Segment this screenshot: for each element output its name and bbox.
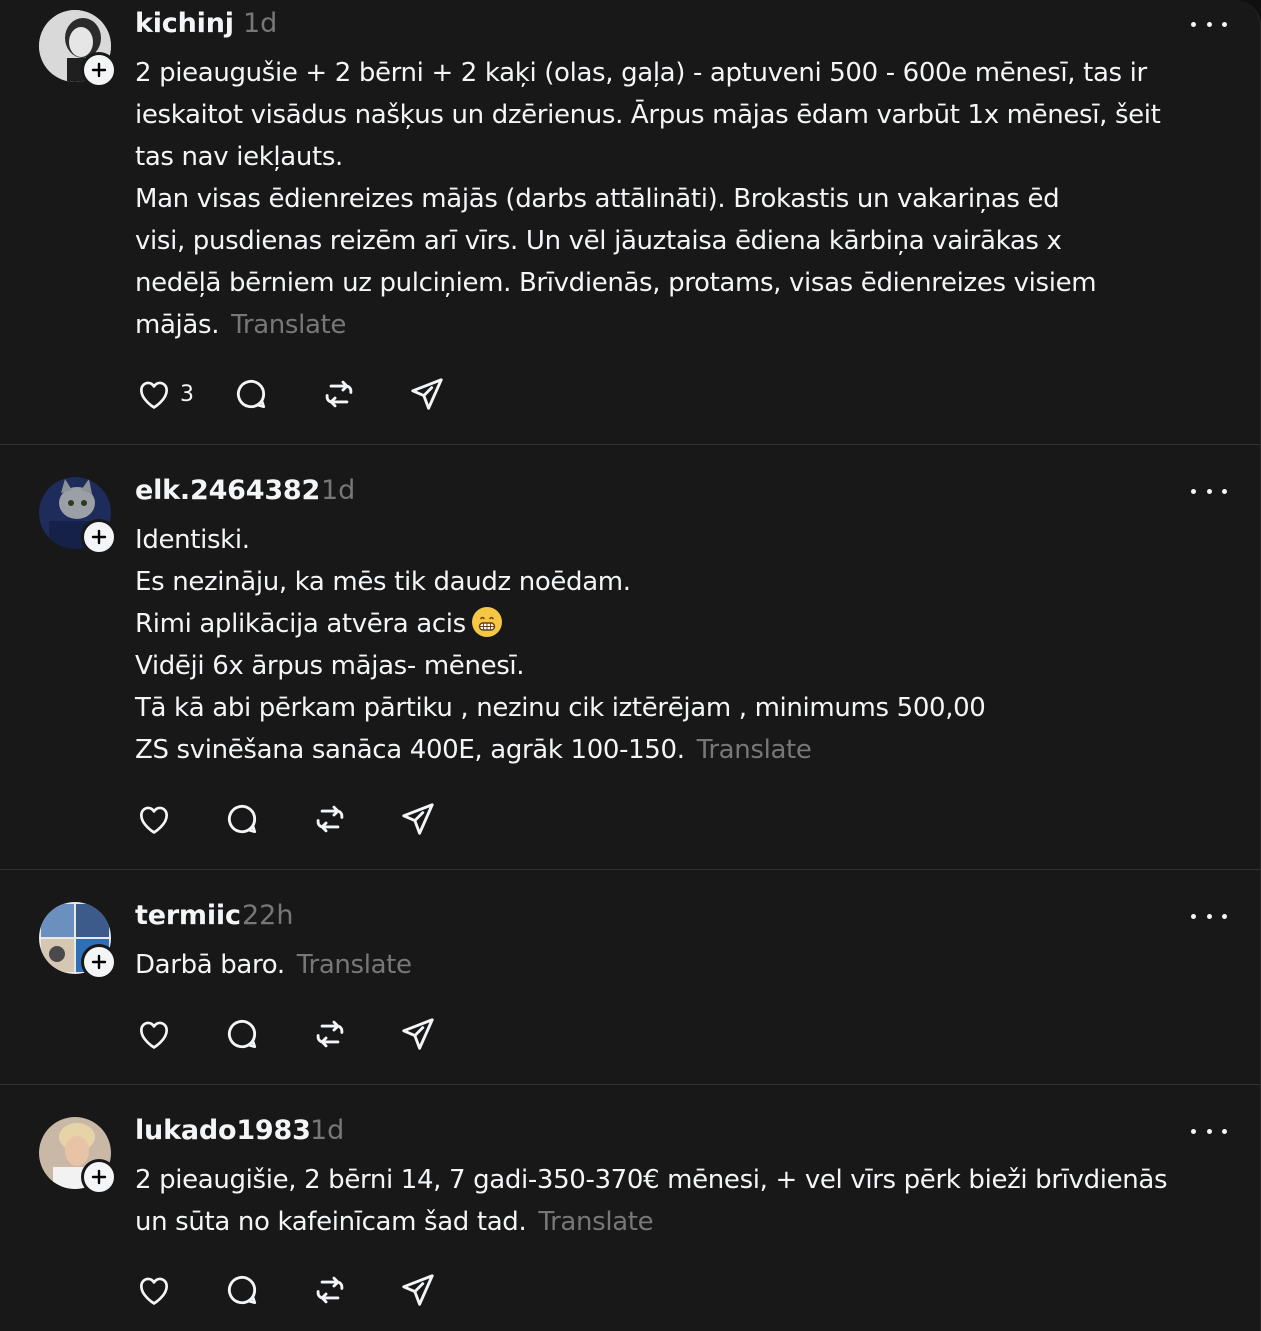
username[interactable]: elk.2464382 [135,475,320,506]
like-count: 3 [180,381,194,407]
action-bar [135,799,489,839]
heart-icon [139,806,169,834]
reply-post: elk.2464382 1d Identiski. Es nezināju, k… [0,445,1260,870]
follow-plus-icon [91,62,107,78]
more-options-button[interactable] [1191,481,1227,501]
reply-post: kichinj 1d 2 pieaugušie + 2 bērni + 2 ka… [0,0,1260,445]
translate-link[interactable]: Translate [231,310,346,340]
username[interactable]: lukado1983 [135,1115,311,1146]
text-line: 2 pieaugišie, 2 bērni 14, 7 gadi-350-370… [135,1165,1168,1195]
follow-button[interactable] [81,519,117,555]
heart-icon [139,1021,169,1049]
share-button[interactable] [399,1015,437,1053]
follow-button[interactable] [81,944,117,980]
follow-plus-icon [91,954,107,970]
like-button[interactable]: 3 [135,375,194,413]
repost-icon [316,1020,344,1048]
share-icon [402,803,434,835]
text-line: 2 pieaugušie + 2 bērni + 2 kaķi (olas, g… [135,58,1147,88]
more-icon [1191,488,1196,494]
username[interactable]: termiic [135,900,241,931]
action-bar: 3 [135,374,498,414]
text-line: nedēļā bērniem uz pulciņiem. Brīvdienās,… [135,268,1097,298]
reply-post: lukado1983 1d 2 pieaugišie, 2 bērni 14, … [0,1085,1260,1331]
repost-icon [316,805,344,833]
like-button[interactable] [135,800,173,838]
more-options-button[interactable] [1191,1121,1227,1141]
timestamp[interactable]: 1d [310,1115,344,1146]
text-line: ieskaitot visādus našķus un dzērienus. Ā… [135,100,1161,130]
share-button[interactable] [399,1271,437,1309]
follow-plus-icon [91,529,107,545]
text-line: mājās. [135,310,220,340]
translate-link[interactable]: Translate [297,950,412,980]
post-text: 2 pieaugušie + 2 bērni + 2 kaķi (olas, g… [135,52,1215,346]
translate-link[interactable]: Translate [538,1207,653,1237]
repost-button[interactable] [320,375,358,413]
more-icon [1191,1128,1196,1134]
comment-icon [227,1275,257,1305]
follow-plus-icon [91,1169,107,1185]
reply-post: termiic 22h Darbā baro. Translate [0,870,1260,1085]
reply-button[interactable] [223,1015,261,1053]
reply-button[interactable] [223,800,261,838]
comment-icon [236,379,266,409]
repost-button[interactable] [311,1015,349,1053]
like-button[interactable] [135,1271,173,1309]
follow-button[interactable] [81,52,117,88]
text-line: ZS svinēšana sanāca 400E, agrāk 100-150. [135,735,685,765]
action-bar [135,1014,489,1054]
action-bar [135,1270,489,1310]
text-line: visi, pusdienas reizēm arī vīrs. Un vēl … [135,226,1062,256]
share-button[interactable] [399,800,437,838]
more-options-button[interactable] [1191,14,1227,34]
heart-icon [139,1277,169,1305]
text-line: Es nezināju, ka mēs tik daudz noēdam. [135,567,631,597]
heart-icon [139,381,169,409]
text-line: Identiski. [135,525,250,555]
repost-button[interactable] [311,800,349,838]
username[interactable]: kichinj [135,8,234,39]
text-line: Rimi aplikācija atvēra acis [135,609,466,639]
share-icon [411,378,443,410]
post-text: Darbā baro. Translate [135,944,1215,986]
share-icon [402,1274,434,1306]
thread-feed: kichinj 1d 2 pieaugušie + 2 bērni + 2 ka… [0,0,1261,1331]
post-text: 2 pieaugišie, 2 bērni 14, 7 gadi-350-370… [135,1159,1215,1243]
more-options-button[interactable] [1191,906,1227,926]
post-text: Identiski. Es nezināju, ka mēs tik daudz… [135,519,1215,771]
text-line: Darbā baro. [135,950,285,980]
share-icon [402,1018,434,1050]
follow-button[interactable] [81,1159,117,1195]
like-button[interactable] [135,1015,173,1053]
grinning-face-emoji [471,607,502,637]
timestamp[interactable]: 1d [321,475,355,506]
more-icon [1191,21,1196,27]
text-line: Man visas ēdienreizes mājās (darbs attāl… [135,184,1060,214]
share-button[interactable] [408,375,446,413]
comment-icon [227,1019,257,1049]
repost-icon [316,1276,344,1304]
text-line: tas nav iekļauts. [135,142,343,172]
reply-button[interactable] [232,375,270,413]
text-line: Tā kā abi pērkam pārtiku , nezinu cik iz… [135,693,986,723]
repost-button[interactable] [311,1271,349,1309]
reply-button[interactable] [223,1271,261,1309]
more-icon [1191,913,1196,919]
translate-link[interactable]: Translate [697,735,812,765]
text-line: un sūta no kafeinīcam šad tad. [135,1207,527,1237]
timestamp[interactable]: 1d [243,8,277,39]
repost-icon [325,380,353,408]
timestamp[interactable]: 22h [242,900,293,931]
text-line: Vidēji 6x ārpus mājas- mēnesī. [135,651,525,681]
comment-icon [227,804,257,834]
